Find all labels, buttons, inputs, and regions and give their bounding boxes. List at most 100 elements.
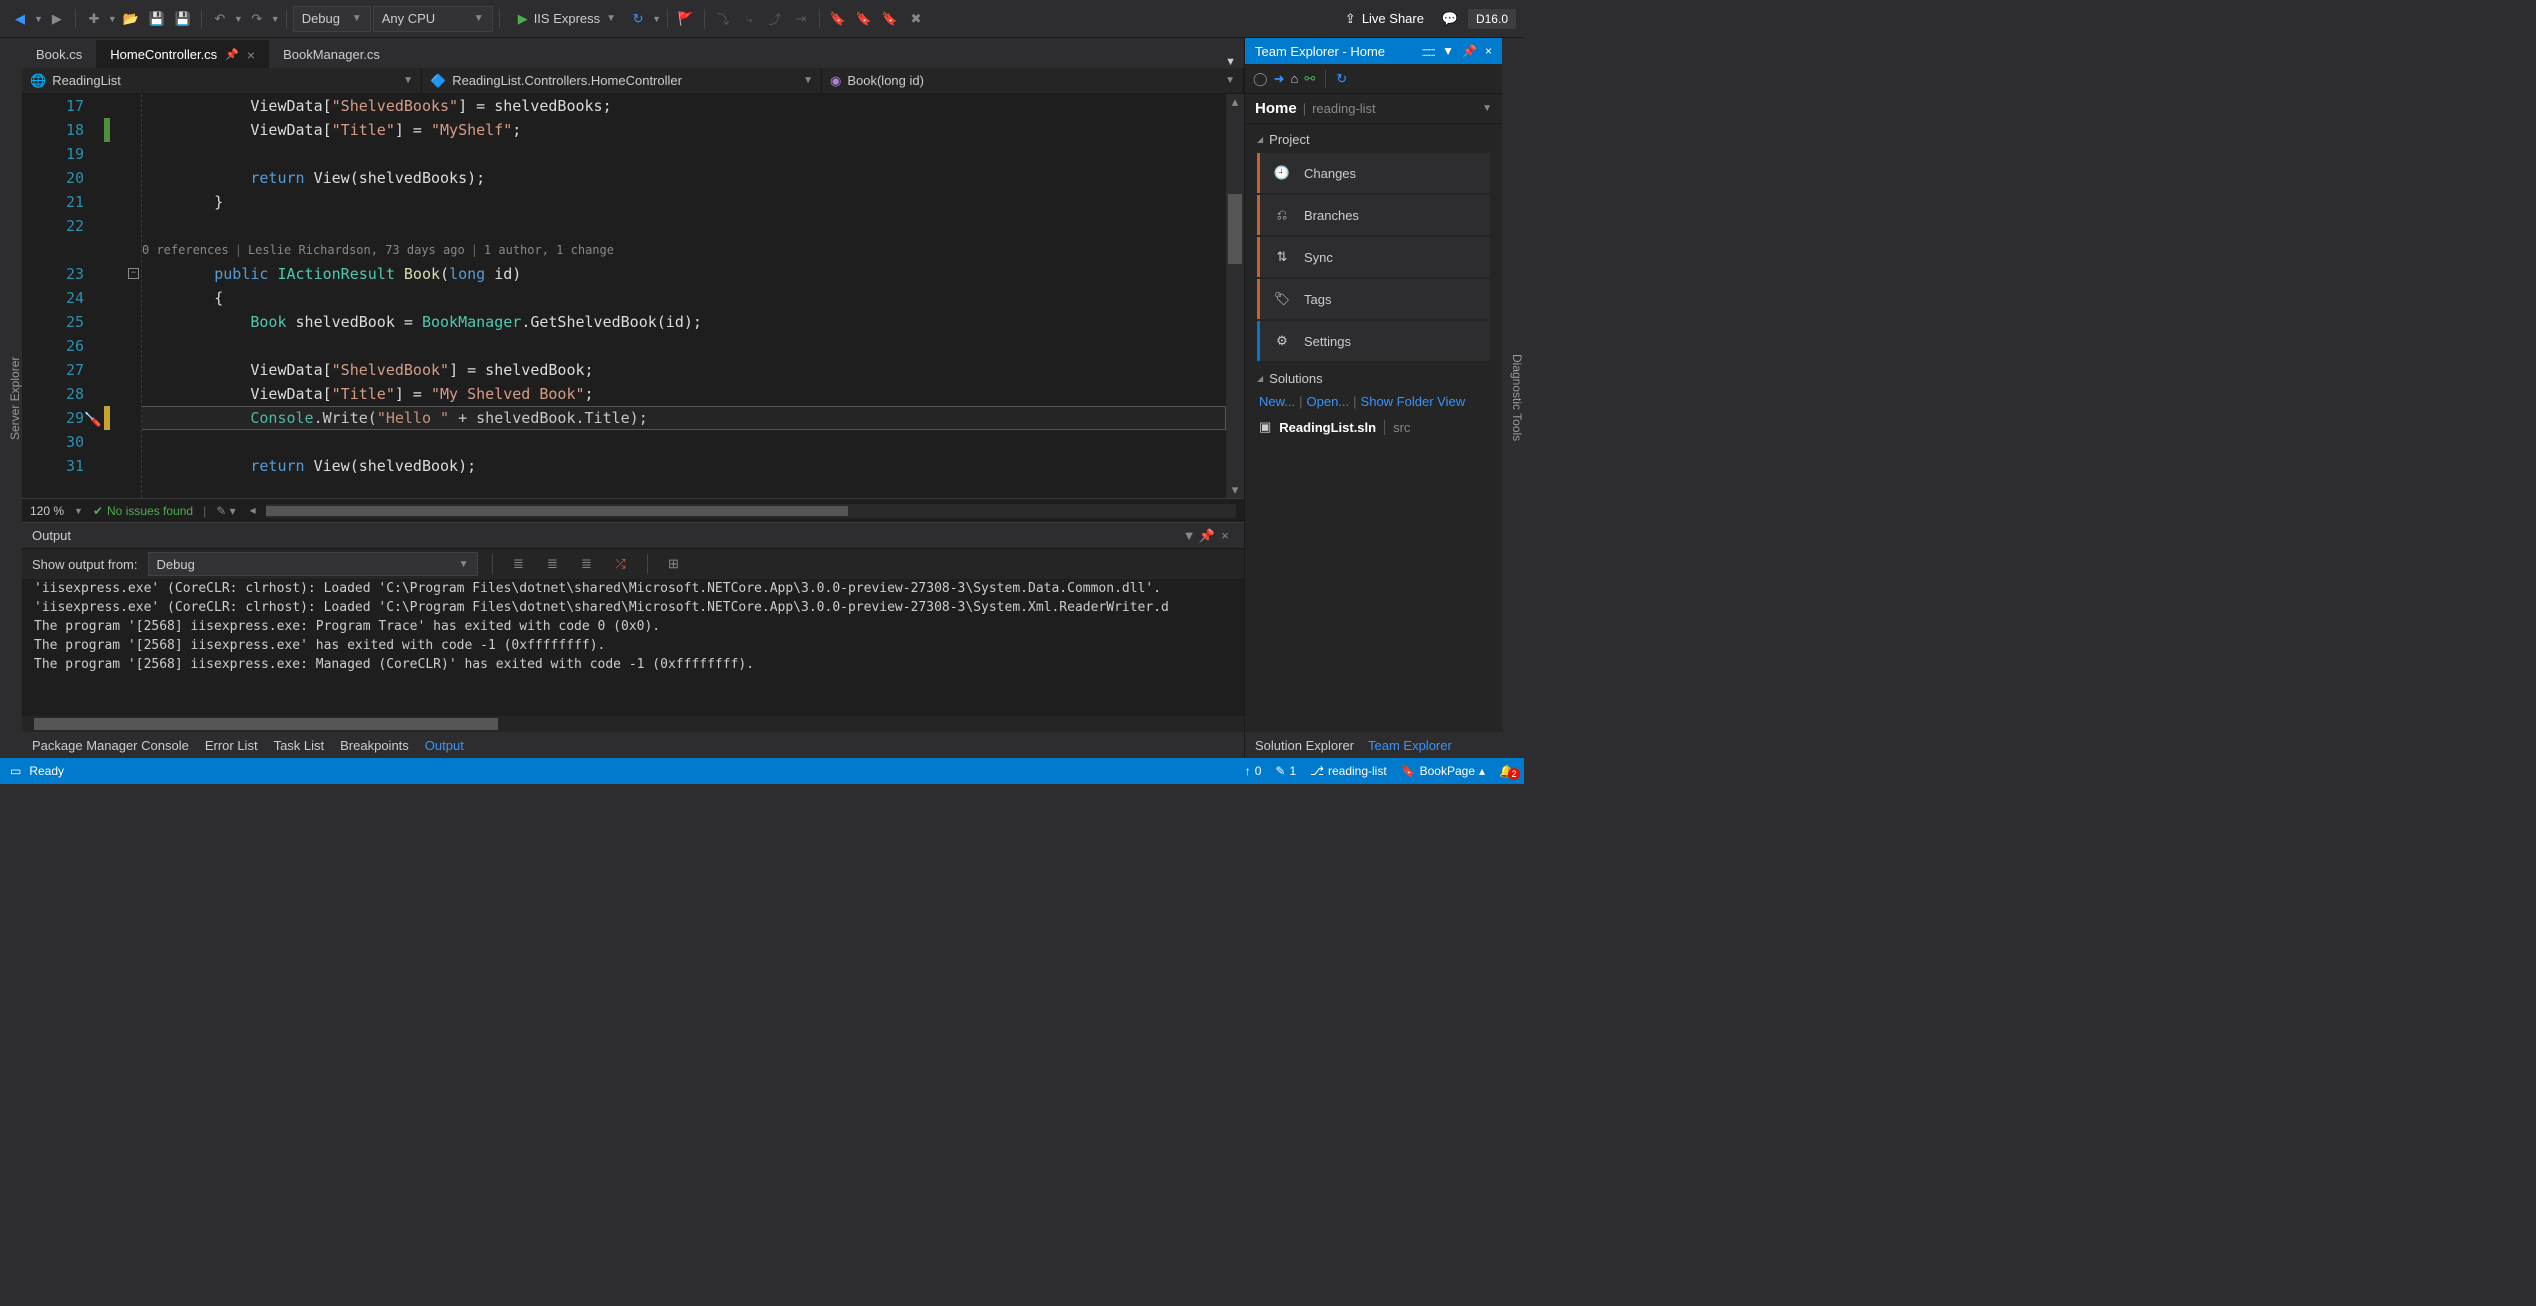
nav-forward-icon[interactable]: ➜ xyxy=(1274,71,1285,87)
solution-folder-link[interactable]: Show Folder View xyxy=(1361,394,1466,409)
save-icon[interactable]: 💾 xyxy=(145,7,169,31)
tab-overflow-icon[interactable]: ▼ xyxy=(1225,56,1244,68)
nav-class-combo[interactable]: 🔷 ReadingList.Controllers.HomeController… xyxy=(422,68,822,93)
settings-icon[interactable]: ⊞ xyxy=(662,552,686,576)
team-breadcrumb[interactable]: Home | reading-list ▼ xyxy=(1245,94,1502,124)
platform-combo[interactable]: Any CPU▼ xyxy=(373,6,493,32)
live-share-button[interactable]: ⇪ Live Share xyxy=(1337,6,1432,32)
bookmark-next-icon[interactable]: 🔖 xyxy=(878,7,902,31)
team-tile-tags[interactable]: 🏷Tags xyxy=(1257,279,1490,319)
nav-forward-icon[interactable]: ▶ xyxy=(45,7,69,31)
step-out-icon[interactable]: ⤴ xyxy=(763,7,787,31)
zoom-level[interactable]: 120 % xyxy=(30,504,64,518)
config-combo[interactable]: Debug▼ xyxy=(293,6,371,32)
team-tile-settings[interactable]: ⚙Settings xyxy=(1257,321,1490,361)
team-tile-changes[interactable]: 🕘Changes xyxy=(1257,153,1490,193)
solution-new-link[interactable]: New... xyxy=(1259,394,1295,409)
bookmark-clear-icon[interactable]: ✖ xyxy=(904,7,928,31)
open-file-icon[interactable]: 📂 xyxy=(119,7,143,31)
dropdown-icon[interactable]: ▼ xyxy=(1442,44,1454,58)
left-tool-rail: Server Explorer Toolbox xyxy=(0,38,22,758)
codelens[interactable]: 0 references|Leslie Richardson, 73 days … xyxy=(142,238,1226,262)
chevron-down-icon[interactable]: ▼ xyxy=(1482,103,1492,114)
close-icon[interactable]: × xyxy=(1216,528,1234,543)
branch-indicator[interactable]: 🔖 BookPage ▴ xyxy=(1401,764,1485,778)
refresh-icon[interactable]: ↻ xyxy=(626,7,650,31)
nav-back-icon[interactable]: ◯ xyxy=(1253,71,1268,87)
explorer-tab[interactable]: Team Explorer xyxy=(1368,738,1452,753)
pin-icon[interactable]: 📌 xyxy=(1198,528,1216,544)
team-tile-sync[interactable]: ⇅Sync xyxy=(1257,237,1490,277)
issues-indicator[interactable]: ✔ No issues found xyxy=(93,504,193,518)
class-icon: 🔷 xyxy=(430,73,446,89)
flag-icon[interactable]: 🚩 xyxy=(674,7,698,31)
bottom-tab[interactable]: Breakpoints xyxy=(340,738,409,753)
step-over-icon[interactable]: ⤵ xyxy=(711,7,735,31)
repo-indicator[interactable]: ⎇ reading-list xyxy=(1310,764,1387,778)
method-icon: ◉ xyxy=(830,73,841,89)
bookmark-icon[interactable]: 🔖 xyxy=(826,7,850,31)
brush-icon[interactable]: ✎ ▾ xyxy=(216,504,235,518)
file-tab[interactable]: Book.cs xyxy=(22,40,96,68)
home-icon[interactable]: ⌂ xyxy=(1290,71,1298,86)
toggle-wrap-icon[interactable]: ⤮ xyxy=(609,552,633,576)
pending-changes[interactable]: ✎ 1 xyxy=(1275,764,1296,778)
diagnostic-tools-tab[interactable]: Diagnostic Tools xyxy=(1510,46,1524,750)
close-icon[interactable]: × xyxy=(1485,44,1492,58)
feedback-icon[interactable]: 💬 xyxy=(1438,7,1462,31)
vertical-scrollbar[interactable]: ▴ ▾ xyxy=(1226,94,1244,498)
unpushed-commits[interactable]: ↑ 0 xyxy=(1245,764,1262,778)
server-explorer-tab[interactable]: Server Explorer xyxy=(8,46,22,750)
sync-icon: ⇅ xyxy=(1272,249,1292,265)
file-tab[interactable]: BookManager.cs xyxy=(269,40,394,68)
redo-icon[interactable]: ↷ xyxy=(245,7,269,31)
goto-next-icon[interactable]: ≣ xyxy=(541,552,565,576)
pin-icon[interactable]: 📌 xyxy=(225,48,239,61)
dropdown-icon[interactable]: ▼ xyxy=(1180,528,1198,543)
solution-item[interactable]: ▣ ReadingList.sln src xyxy=(1245,413,1502,441)
nav-project-combo[interactable]: 🌐 ReadingList▼ xyxy=(22,68,422,93)
step-icon[interactable]: ⇥ xyxy=(789,7,813,31)
connect-icon[interactable]: ⚯ xyxy=(1304,71,1315,87)
output-source-combo[interactable]: Debug▼ xyxy=(148,552,478,576)
goto-prev-icon[interactable]: ≣ xyxy=(507,552,531,576)
output-hscrollbar[interactable] xyxy=(22,716,1244,732)
settings-icon: ⚙ xyxy=(1272,333,1292,349)
grip-icon[interactable]: :::::::: xyxy=(1421,44,1434,59)
pin-icon[interactable]: 📌 xyxy=(1462,44,1477,58)
bottom-tab[interactable]: Output xyxy=(425,738,464,753)
horizontal-scrollbar[interactable]: ◂ ▸ xyxy=(266,504,1236,518)
team-tile-branches[interactable]: ⎌Branches xyxy=(1257,195,1490,235)
refresh-icon[interactable]: ↻ xyxy=(1336,71,1347,87)
step-into-icon[interactable]: ⤷ xyxy=(737,7,761,31)
explorer-tab-strip: Solution Explorer Team Explorer xyxy=(1245,732,1502,758)
code-editor[interactable]: 171819202122−232425262728🪛293031 ViewDat… xyxy=(22,94,1244,498)
bottom-tab[interactable]: Package Manager Console xyxy=(32,738,189,753)
explorer-tab[interactable]: Solution Explorer xyxy=(1255,738,1354,753)
new-item-icon[interactable]: ✚ xyxy=(82,7,106,31)
bottom-tab-strip: Package Manager Console Error List Task Li… xyxy=(22,732,1244,758)
run-button[interactable]: ▶ IIS Express▼ xyxy=(506,6,624,32)
tags-icon: 🏷 xyxy=(1272,291,1292,307)
bottom-tab[interactable]: Task List xyxy=(274,738,325,753)
output-title: Output xyxy=(32,528,1180,543)
notifications-icon[interactable]: 🔔 xyxy=(1499,764,1514,778)
window-icon: ▭ xyxy=(10,764,21,778)
solution-icon: ▣ xyxy=(1259,419,1271,435)
output-text[interactable]: 'iisexpress.exe' (CoreCLR: clrhost): Loa… xyxy=(22,579,1244,716)
bottom-tab[interactable]: Error List xyxy=(205,738,258,753)
editor-status-line: 120 % ▼ ✔ No issues found | ✎ ▾ ◂ ▸ xyxy=(22,498,1244,522)
status-bar: ▭ Ready ↑ 0 ✎ 1 ⎇ reading-list 🔖 BookPag… xyxy=(0,758,1524,784)
nav-member-combo[interactable]: ◉ Book(long id)▼ xyxy=(822,68,1244,93)
solutions-section-header[interactable]: Solutions xyxy=(1245,363,1502,390)
save-all-icon[interactable]: 💾 xyxy=(171,7,195,31)
nav-back-icon[interactable]: ◀ xyxy=(8,7,32,31)
bookmark-prev-icon[interactable]: 🔖 xyxy=(852,7,876,31)
file-tab[interactable]: HomeController.cs 📌 × xyxy=(96,40,269,68)
clear-icon[interactable]: ≣ xyxy=(575,552,599,576)
solution-open-link[interactable]: Open... xyxy=(1307,394,1350,409)
close-icon[interactable]: × xyxy=(247,47,255,63)
undo-icon[interactable]: ↶ xyxy=(208,7,232,31)
project-section-header[interactable]: Project xyxy=(1245,124,1502,151)
solution-links: New... | Open... | Show Folder View xyxy=(1245,390,1502,413)
